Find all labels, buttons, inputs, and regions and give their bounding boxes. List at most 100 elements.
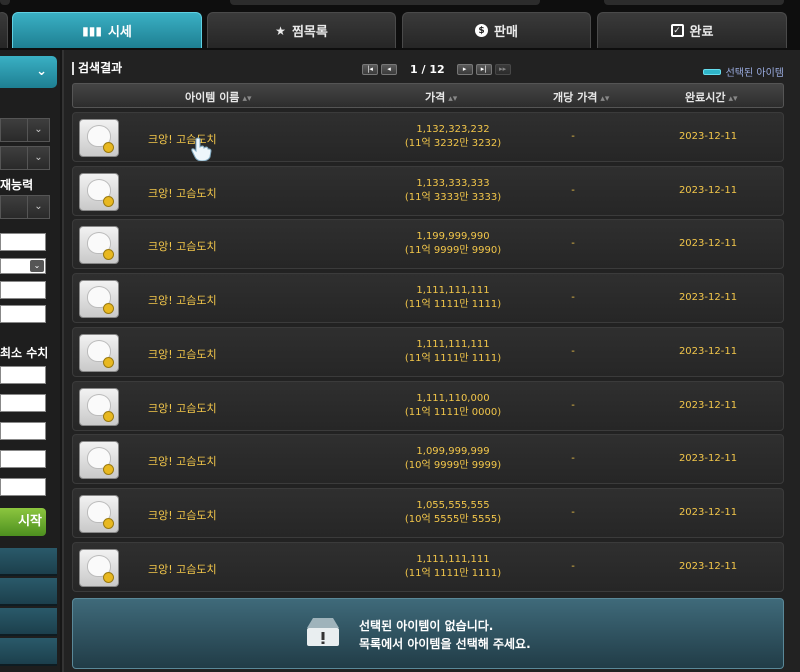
info-line-1: 선택된 아이템이 없습니다. xyxy=(359,619,494,633)
tab-market-price[interactable]: ▮▮▮ 시세 xyxy=(12,12,202,48)
tab-sell[interactable]: $ 판매 xyxy=(402,12,591,48)
min-value-input[interactable] xyxy=(0,478,46,496)
header-unit-label: 개당 가격 xyxy=(553,91,598,104)
tab-label: 판매 xyxy=(494,25,518,40)
sort-by-price[interactable]: 가격 ▴▾ xyxy=(425,89,457,105)
first-page-button[interactable]: |◂ xyxy=(362,64,378,75)
table-row[interactable]: 크앙! 고슴도치 1,055,555,555 (10억 5555만 5555) -20… xyxy=(72,487,784,538)
ability-select[interactable]: ⌄ xyxy=(0,195,50,219)
unit-price: - xyxy=(571,184,575,196)
filter-small-select[interactable]: ⌄ xyxy=(0,258,46,274)
side-nav-item[interactable] xyxy=(0,608,57,636)
item-icon xyxy=(79,387,119,426)
coin-icon xyxy=(103,249,114,261)
min-value-input[interactable] xyxy=(0,450,46,468)
unit-price: - xyxy=(571,399,575,411)
ability-label: 재능력 xyxy=(0,178,34,192)
coin-icon xyxy=(103,195,114,207)
tab-partial[interactable] xyxy=(0,12,8,48)
item-name: 크앙! 고슴도치 xyxy=(148,562,217,576)
chevron-down-icon[interactable]: ⌄ xyxy=(27,119,49,141)
tab-completed[interactable]: ✓ 완료 xyxy=(597,12,787,48)
filter-input[interactable] xyxy=(0,281,46,299)
sort-by-name[interactable]: 아이템 이름 ▴▾ xyxy=(185,89,251,105)
side-nav-item[interactable] xyxy=(0,578,57,606)
table-row[interactable]: 크앙! 고슴도치 1,111,111,111 (11억 1111만 1111) -20… xyxy=(72,273,784,324)
tab-wishlist[interactable]: ★ 찜목록 xyxy=(207,12,396,48)
coin-icon xyxy=(103,303,114,315)
results-toolbar: 검색결과 |◂ ◂ 1 / 12 ▸ ▸| ▸▸ 선택된 아이템 xyxy=(64,50,800,82)
star-icon: ★ xyxy=(275,23,286,38)
min-value-input[interactable] xyxy=(0,394,46,412)
empty-box-icon xyxy=(307,618,339,646)
table-row[interactable]: 크앙! 고슴도치 1,099,999,999 (10억 9999만 9999) -20… xyxy=(72,434,784,485)
header-price-label: 가격 xyxy=(425,91,446,104)
dollar-coin-icon: $ xyxy=(475,24,489,37)
prev-page-button[interactable]: ◂ xyxy=(381,64,397,75)
min-value-input[interactable] xyxy=(0,422,46,440)
chevron-down-icon[interactable]: ⌄ xyxy=(27,196,49,218)
item-icon xyxy=(79,280,119,319)
top-strip xyxy=(604,0,784,5)
filter-panel: ⌄ ⌄ ⌄ 재능력 ⌄ ⌄ 최소 수치 시작 xyxy=(0,50,60,672)
unit-price: - xyxy=(571,560,575,572)
item-name: 크앙! 고슴도치 xyxy=(148,186,217,200)
chevron-down-icon[interactable]: ⌄ xyxy=(30,260,44,272)
page-indicator: 1 / 12 xyxy=(410,63,445,76)
table-row[interactable]: 크앙! 고슴도치 1,111,111,111 (11억 1111만 1111) -20… xyxy=(72,326,784,377)
table-row[interactable]: 크앙! 고슴도치 1,132,323,232 (11억 3232만 3232) -20… xyxy=(72,112,784,162)
top-strip xyxy=(230,0,540,5)
next-block-button[interactable]: ▸| xyxy=(475,64,492,75)
sort-by-unit-price[interactable]: 개당 가격 ▴▾ xyxy=(553,89,609,105)
unit-price: - xyxy=(571,345,575,357)
completed-date: 2023-12-11 xyxy=(678,399,738,411)
coin-icon xyxy=(103,410,114,422)
chevron-down-icon[interactable]: ⌄ xyxy=(27,147,49,169)
item-icon xyxy=(79,548,119,587)
unit-price: - xyxy=(571,506,575,518)
table-row[interactable]: 크앙! 고슴도치 1,111,110,000 (11억 1111만 0000) -20… xyxy=(72,380,784,431)
last-page-button[interactable]: ▸▸ xyxy=(494,64,511,75)
filter-select[interactable]: ⌄ xyxy=(0,146,50,170)
completed-date: 2023-12-11 xyxy=(678,292,738,304)
chart-bar-icon: ▮▮▮ xyxy=(82,23,102,38)
search-start-button[interactable]: 시작 xyxy=(0,508,46,536)
table-row[interactable]: 크앙! 고슴도치 1,133,333,333 (11억 3333만 3333) -20… xyxy=(72,165,784,216)
item-icon xyxy=(79,333,119,372)
side-nav-item[interactable] xyxy=(0,548,57,576)
unit-price: - xyxy=(571,238,575,250)
side-nav-item[interactable] xyxy=(0,638,57,666)
filter-input[interactable] xyxy=(0,305,46,323)
completed-date: 2023-12-11 xyxy=(678,560,738,572)
min-value-label: 최소 수치 xyxy=(0,346,49,360)
item-name: 크앙! 고슴도치 xyxy=(148,508,217,522)
item-name: 크앙! 고슴도치 xyxy=(148,347,217,361)
next-page-button[interactable]: ▸ xyxy=(456,64,473,75)
coin-icon xyxy=(103,142,114,153)
legend-label: 선택된 아이템 xyxy=(725,68,784,79)
tab-label: 찜목록 xyxy=(291,25,328,40)
coin-icon xyxy=(103,356,114,368)
selected-legend: 선택된 아이템 xyxy=(702,64,784,79)
coin-icon xyxy=(103,571,114,583)
filter-input[interactable] xyxy=(0,233,46,251)
tab-bar: ▮▮▮ 시세 ★ 찜목록 $ 판매 ✓ 완료 xyxy=(0,0,800,50)
header-date-label: 완료시간 xyxy=(685,91,726,104)
item-name: 크앙! 고슴도치 xyxy=(148,133,217,146)
item-icon xyxy=(79,172,119,211)
item-icon xyxy=(79,226,119,265)
sort-by-completed[interactable]: 완료시간 ▴▾ xyxy=(685,89,738,105)
min-value-input[interactable] xyxy=(0,366,46,384)
completed-date: 2023-12-11 xyxy=(678,506,738,518)
completed-date: 2023-12-11 xyxy=(678,345,738,357)
chevron-down-icon: ⌄ xyxy=(36,64,47,79)
sort-icon: ▴▾ xyxy=(242,94,252,104)
tab-label: 시세 xyxy=(107,25,132,40)
results-panel: 검색결과 |◂ ◂ 1 / 12 ▸ ▸| ▸▸ 선택된 아이템 아이템 이름 ▴… xyxy=(62,50,800,672)
sort-icon: ▴▾ xyxy=(448,94,458,104)
table-row[interactable]: 크앙! 고슴도치 1,199,999,990 (11억 9999만 9990) -20… xyxy=(72,219,784,270)
filter-select[interactable]: ⌄ xyxy=(0,118,50,142)
table-row[interactable]: 크앙! 고슴도치 1,111,111,111 (11억 1111만 1111) -20… xyxy=(72,541,784,592)
category-dropdown[interactable]: ⌄ xyxy=(0,56,57,88)
item-name: 크앙! 고슴도치 xyxy=(148,401,217,415)
